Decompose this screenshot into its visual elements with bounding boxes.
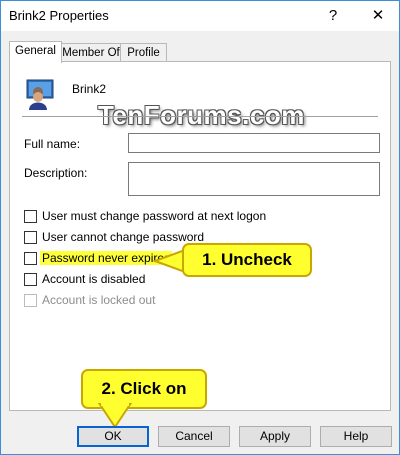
divider [22,116,378,117]
description-field[interactable] [128,162,380,196]
apply-button[interactable]: Apply [239,426,311,447]
tab-member-of[interactable]: Member Of [60,43,122,62]
checkbox-box[interactable] [24,252,37,265]
checkbox-box[interactable] [24,231,37,244]
checkbox-label: Account is locked out [42,293,156,307]
ok-button[interactable]: OK [77,426,149,447]
cancel-button[interactable]: Cancel [158,426,230,447]
checkbox-label: User must change password at next logon [42,209,267,223]
title-bar: Brink2 Properties ? ✕ [1,1,399,31]
full-name-label: Full name: [24,137,81,151]
checkbox-label: User cannot change password [42,230,205,244]
close-button[interactable]: ✕ [361,4,395,28]
properties-dialog: Brink2 Properties ? ✕ General Member Of … [0,0,400,455]
username-label: Brink2 [72,82,107,96]
full-name-field[interactable] [128,133,380,153]
window-title: Brink2 Properties [9,8,109,23]
description-label: Description: [24,166,88,180]
checkbox-box [24,294,37,307]
user-icon [26,79,54,110]
checkbox-box[interactable] [24,273,37,286]
general-tab-panel: Brink2 TenForums.com Full name: Descript… [9,61,391,411]
callout-uncheck: 1. Uncheck [182,243,312,277]
help-title-button[interactable]: ? [319,4,347,28]
tab-profile[interactable]: Profile [120,43,167,62]
checkbox-box[interactable] [24,210,37,223]
checkbox-label: Account is disabled [42,272,146,286]
tab-general[interactable]: General [9,41,62,63]
help-button[interactable]: Help [320,426,392,447]
